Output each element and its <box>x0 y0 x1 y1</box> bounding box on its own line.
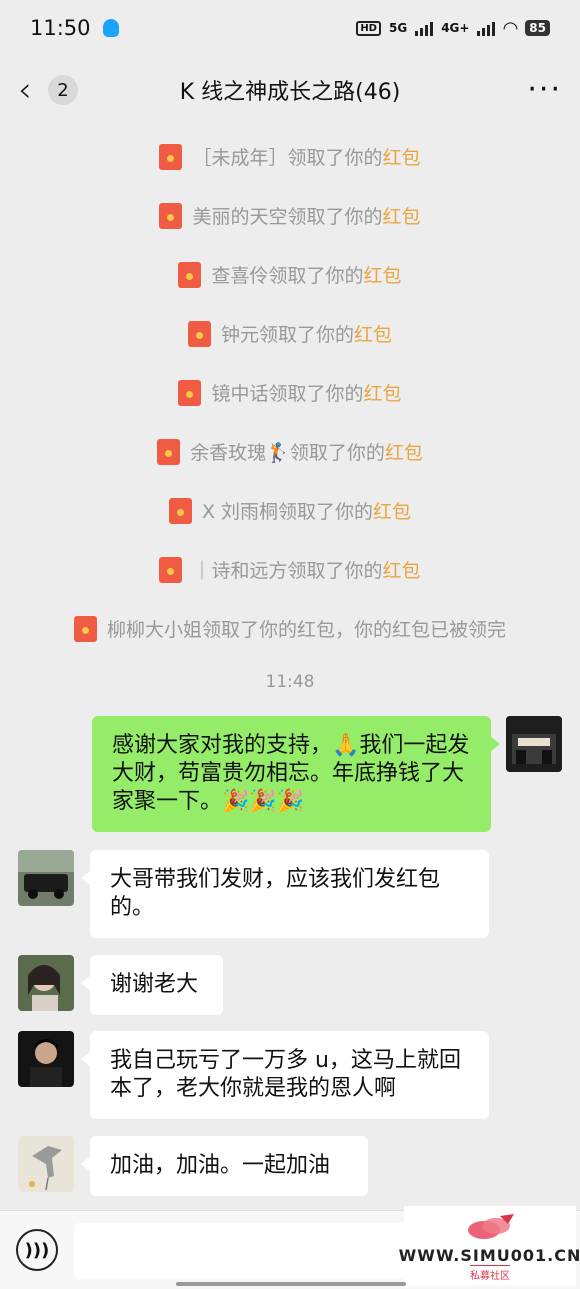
red-packet-icon <box>159 556 183 583</box>
red-packet-link[interactable]: 红包 <box>364 379 402 406</box>
notice-text: X 刘雨桐领取了你的 <box>201 501 374 523</box>
red-packet-notice: X 刘雨桐领取了你的 红包 <box>0 497 580 524</box>
red-packet-icon <box>157 438 181 465</box>
status-time: 11:50 <box>30 16 91 40</box>
avatar[interactable] <box>18 850 74 906</box>
avatar-crane-icon <box>18 1136 74 1192</box>
avatar-storefront-icon <box>506 716 562 772</box>
red-packet-notice: 余香玫瑰🏌领取了你的 红包 <box>0 438 580 465</box>
message-bubble[interactable]: 我自己玩亏了一万多 u，这马上就回本了，老大你就是我的恩人啊 <box>81 1031 489 1119</box>
red-packet-link[interactable]: 红包 <box>354 320 392 347</box>
red-packet-link[interactable]: 红包 <box>373 497 411 524</box>
avatar-car-icon <box>18 850 74 906</box>
chat-header: ‹ 2 K 线之神成长之路(46) ··· <box>0 56 580 124</box>
notice-text: 柳柳大小姐领取了你的红包，你的红包已被领完 <box>106 619 506 641</box>
watermark-subtitle: 私募社区 <box>470 1265 510 1282</box>
notice-text: 余香玫瑰🏌领取了你的 <box>190 442 385 464</box>
red-packet-link[interactable]: 红包 <box>383 556 421 583</box>
red-packet-notice: 柳柳大小姐领取了你的红包，你的红包已被领完 <box>0 615 580 642</box>
red-packet-link[interactable]: 红包 <box>385 438 423 465</box>
network-4g-label: 4G+ <box>441 21 470 35</box>
message-bubble[interactable]: 谢谢老大 <box>81 955 223 1015</box>
notice-text: 查喜伶领取了你的 <box>211 265 364 287</box>
red-packet-notice: 镜中话领取了你的 红包 <box>0 379 580 406</box>
wifi-icon: ◠ <box>503 17 518 39</box>
red-packet-link[interactable]: 红包 <box>383 143 421 170</box>
red-packet-icon <box>73 615 97 642</box>
red-packet-notice: ｜诗和远方领取了你的 红包 <box>0 556 580 583</box>
more-dots-icon[interactable]: ··· <box>527 75 562 105</box>
watermark: WWW.SIMU001.CN 私募社区 <box>399 1206 580 1286</box>
signal-icon <box>415 20 434 36</box>
watermark-url: WWW.SIMU001.CN <box>398 1246 580 1265</box>
avatar[interactable] <box>506 716 562 772</box>
red-packet-notice: ［未成年］领取了你的 红包 <box>0 143 580 170</box>
red-packet-icon <box>159 202 183 229</box>
red-packet-notice: 钟元领取了你的 红包 <box>0 320 580 347</box>
qq-icon <box>102 19 119 37</box>
unread-count-badge[interactable]: 2 <box>48 75 78 105</box>
notice-text: 钟元领取了你的 <box>220 324 354 346</box>
notice-text: 镜中话领取了你的 <box>211 383 364 405</box>
avatar[interactable] <box>18 1031 74 1087</box>
home-indicator <box>176 1282 406 1286</box>
back-chevron-icon[interactable]: ‹ <box>18 73 44 107</box>
message-bubble-self[interactable]: 感谢大家对我的支持，🙏我们一起发大财，苟富贵勿相忘。年底挣钱了大家聚一下。🎉🎉🎉 <box>92 716 500 832</box>
red-packet-icon <box>178 379 202 406</box>
watermark-logo-icon <box>468 1214 514 1239</box>
avatar[interactable] <box>18 1136 74 1192</box>
red-packet-icon <box>178 261 202 288</box>
message-timestamp: 11:48 <box>265 672 315 692</box>
chat-title: K 线之神成长之路(46) <box>179 80 401 105</box>
battery-level: 85 <box>525 20 550 36</box>
signal-icon-2 <box>477 20 496 36</box>
red-packet-icon <box>159 143 183 170</box>
red-packet-icon <box>187 320 211 347</box>
notice-text: 美丽的天空领取了你的 <box>192 206 383 228</box>
status-icons: HD 5G 4G+ ◠ 85 <box>356 18 550 39</box>
avatar-portrait-icon <box>18 955 74 1011</box>
red-packet-link[interactable]: 红包 <box>383 202 421 229</box>
message-input[interactable] <box>74 1223 414 1279</box>
notice-text: ｜诗和远方领取了你的 <box>192 560 383 582</box>
notice-text: ［未成年］领取了你的 <box>192 147 383 169</box>
voice-icon[interactable]: ))) <box>16 1229 58 1271</box>
red-packet-link[interactable]: 红包 <box>364 261 402 288</box>
avatar-portrait-icon <box>18 1031 74 1087</box>
red-packet-icon <box>168 497 192 524</box>
network-5g-label: 5G <box>388 21 408 35</box>
hd-icon: HD <box>356 20 381 36</box>
message-bubble[interactable]: 大哥带我们发财，应该我们发红包的。 <box>81 850 489 938</box>
status-bar: 11:50 HD 5G 4G+ ◠ 85 <box>0 0 580 56</box>
avatar[interactable] <box>18 955 74 1011</box>
message-bubble[interactable]: 加油，加油。一起加油 <box>81 1136 368 1196</box>
red-packet-notice: 美丽的天空领取了你的 红包 <box>0 202 580 229</box>
red-packet-notice: 查喜伶领取了你的 红包 <box>0 261 580 288</box>
